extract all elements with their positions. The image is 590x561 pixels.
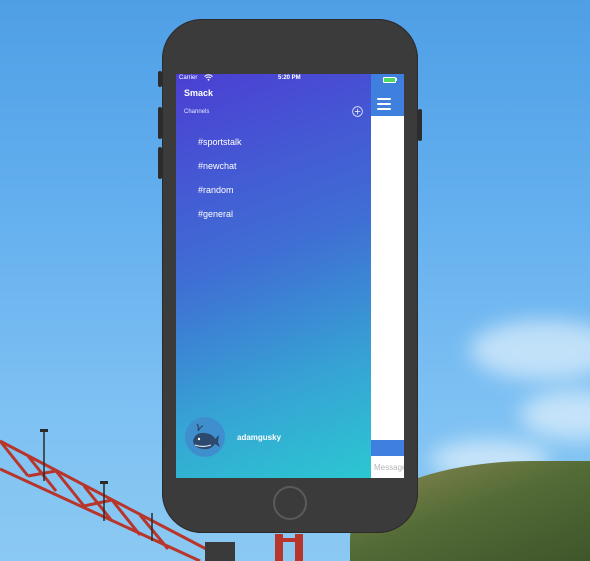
battery-tip — [396, 78, 397, 81]
battery-icon — [383, 77, 396, 83]
whale-avatar-icon[interactable] — [185, 417, 225, 457]
power-button — [418, 109, 422, 141]
status-bar: Carrier 5:20 PM — [176, 74, 371, 84]
chat-input-bar — [371, 440, 404, 456]
volume-up-button — [158, 107, 162, 139]
status-time: 5:20 PM — [278, 75, 301, 81]
wifi-icon — [204, 74, 213, 83]
volume-down-button — [158, 147, 162, 179]
app-screen: Carrier 5:20 PM Smack Channels #sportsta… — [176, 74, 404, 478]
channel-list: #sportstalk #newchat #random #general — [198, 136, 242, 232]
channels-header: Channels — [184, 109, 210, 115]
cloud — [520, 390, 590, 440]
message-input[interactable] — [371, 458, 404, 476]
mute-switch — [158, 71, 162, 87]
chat-view-peek[interactable] — [371, 74, 404, 478]
user-profile[interactable]: adamgusky — [185, 417, 365, 459]
add-channel-icon[interactable] — [352, 106, 363, 117]
channel-item-general[interactable]: #general — [198, 208, 242, 232]
app-title: Smack — [184, 88, 214, 98]
carrier-label: Carrier — [179, 75, 198, 81]
hamburger-icon[interactable] — [377, 98, 391, 110]
username-label: adamgusky — [237, 433, 282, 442]
channel-menu-panel: Carrier 5:20 PM Smack Channels #sportsta… — [176, 74, 371, 478]
cloud — [470, 320, 590, 380]
channel-item-newchat[interactable]: #newchat — [198, 160, 242, 184]
chat-nav-bar — [371, 74, 404, 116]
channel-item-random[interactable]: #random — [198, 184, 242, 208]
channel-item-sportstalk[interactable]: #sportstalk — [198, 136, 242, 160]
home-button[interactable] — [273, 486, 307, 520]
